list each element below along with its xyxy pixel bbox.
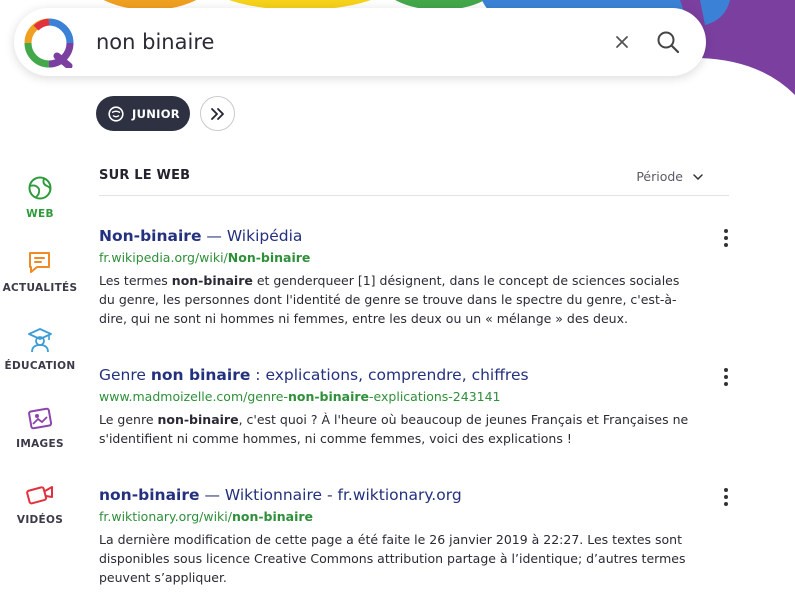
nav-item-videos[interactable]: VIDÉOS <box>0 480 80 526</box>
result-url[interactable]: fr.wiktionary.org/wiki/non-binaire <box>99 508 699 526</box>
search-bar <box>14 8 706 76</box>
chevron-down-icon <box>693 173 703 180</box>
graduation-cap-icon <box>26 326 54 354</box>
image-icon <box>26 404 54 432</box>
close-icon <box>616 36 628 48</box>
search-result: non-binaire — Wiktionnaire - fr.wiktiona… <box>99 485 699 587</box>
nav-label: VIDÉOS <box>16 514 64 526</box>
nav-label: ÉDUCATION <box>4 360 76 372</box>
result-title-link[interactable]: Non-binaire — Wikipédia <box>99 226 699 246</box>
search-input[interactable] <box>96 26 576 58</box>
nav-item-web[interactable]: WEB <box>0 174 80 220</box>
nav-label: WEB <box>26 208 54 220</box>
result-menu-button[interactable] <box>716 365 736 389</box>
results-header: SUR LE WEB Période <box>99 166 729 196</box>
nav-item-education[interactable]: ÉDUCATION <box>0 326 80 372</box>
junior-label: JUNIOR <box>132 106 180 121</box>
result-url[interactable]: www.madmoizelle.com/genre-non-binaire-ex… <box>99 388 699 406</box>
more-vertical-icon <box>724 368 728 386</box>
nav-label: IMAGES <box>16 438 64 450</box>
more-vertical-icon <box>724 229 728 247</box>
smiley-icon <box>108 105 124 122</box>
news-icon <box>26 248 54 276</box>
result-title-link[interactable]: Genre non binaire : explications, compre… <box>99 365 699 385</box>
nav-label: ACTUALITÉS <box>2 282 78 294</box>
globe-icon <box>26 174 54 202</box>
result-snippet: Les termes non-binaire et genderqueer [1… <box>99 273 680 326</box>
period-label: Période <box>636 169 683 184</box>
search-button[interactable] <box>652 26 684 58</box>
result-snippet: Le genre non-binaire, c'est quoi ? À l'h… <box>99 412 689 446</box>
qwant-logo[interactable] <box>24 18 74 70</box>
more-options-button[interactable] <box>200 96 235 131</box>
junior-mode-button[interactable]: JUNIOR <box>96 96 190 131</box>
double-chevron-right-icon <box>210 107 224 120</box>
search-result: Non-binaire — Wikipédia fr.wikipedia.org… <box>99 226 699 328</box>
search-icon <box>657 31 680 54</box>
clear-search-button[interactable] <box>610 30 634 54</box>
nav-item-images[interactable]: IMAGES <box>0 404 80 450</box>
more-vertical-icon <box>724 488 728 506</box>
period-filter[interactable]: Période <box>636 169 703 184</box>
nav-item-actualites[interactable]: ACTUALITÉS <box>0 248 80 294</box>
result-menu-button[interactable] <box>716 485 736 509</box>
result-menu-button[interactable] <box>716 226 736 250</box>
result-url[interactable]: fr.wikipedia.org/wiki/Non-binaire <box>99 249 699 267</box>
video-icon <box>26 480 54 508</box>
section-title: SUR LE WEB <box>99 168 191 183</box>
search-result: Genre non binaire : explications, compre… <box>99 365 699 448</box>
result-snippet: La dernière modification de cette page a… <box>99 532 686 585</box>
result-title-link[interactable]: non-binaire — Wiktionnaire - fr.wiktiona… <box>99 485 699 505</box>
